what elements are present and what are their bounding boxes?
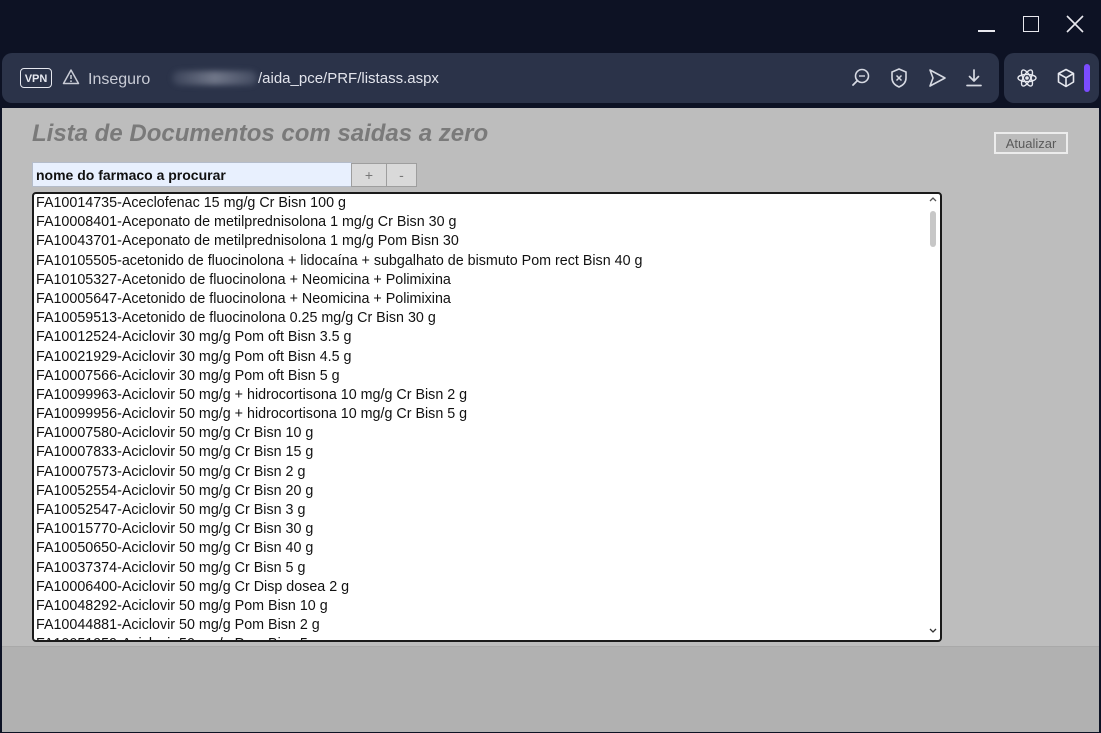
minimize-icon: [978, 30, 995, 32]
list-item[interactable]: FA10043701-Aceponato de metilprednisolon…: [35, 232, 925, 251]
list-item[interactable]: FA10007833-Aciclovir 50 mg/g Cr Bisn 15 …: [35, 443, 925, 462]
page-footer-area: [2, 646, 1099, 732]
add-button[interactable]: +: [351, 163, 387, 187]
list-item[interactable]: FA10037374-Aciclovir 50 mg/g Cr Bisn 5 g: [35, 559, 925, 578]
list-item[interactable]: FA10059513-Acetonido de fluocinolona 0.2…: [35, 309, 925, 328]
document-list: FA10014735-Aceclofenac 15 mg/g Cr Bisn 1…: [35, 194, 925, 640]
vpn-button[interactable]: VPN: [20, 68, 52, 88]
download-icon[interactable]: [963, 67, 985, 89]
chevron-down-icon[interactable]: [929, 628, 937, 634]
list-item[interactable]: FA10021929-Aciclovir 30 mg/g Pom oft Bis…: [35, 348, 925, 367]
list-item[interactable]: FA10015770-Aciclovir 50 mg/g Cr Bisn 30 …: [35, 520, 925, 539]
cube-icon[interactable]: [1055, 67, 1077, 89]
shield-icon[interactable]: [888, 67, 910, 89]
chevron-up-icon[interactable]: [929, 196, 937, 202]
list-item[interactable]: FA10014735-Aceclofenac 15 mg/g Cr Bisn 1…: [35, 194, 925, 213]
list-item[interactable]: FA10051959-Aciclovir 50 mg/g Pom Bisn 5 …: [35, 635, 925, 640]
list-item[interactable]: FA10099963-Aciclovir 50 mg/g + hidrocort…: [35, 386, 925, 405]
list-item[interactable]: FA10008401-Aceponato de metilprednisolon…: [35, 213, 925, 232]
close-icon: [1066, 15, 1084, 33]
remove-button[interactable]: -: [386, 163, 417, 187]
list-item[interactable]: FA10099956-Aciclovir 50 mg/g + hidrocort…: [35, 405, 925, 424]
list-item[interactable]: FA10105505-acetonido de fluocinolona + l…: [35, 252, 925, 271]
redacted-host: [172, 71, 257, 85]
list-item[interactable]: FA10052547-Aciclovir 50 mg/g Cr Bisn 3 g: [35, 501, 925, 520]
web-page: Lista de Documentos com saidas a zero At…: [2, 108, 1099, 732]
warning-icon: [62, 69, 80, 85]
list-item[interactable]: FA10006400-Aciclovir 50 mg/g Cr Disp dos…: [35, 578, 925, 597]
search-page-icon[interactable]: [850, 67, 872, 89]
security-status[interactable]: Inseguro: [88, 71, 150, 89]
address-bar: VPN Inseguro /aida_pce/PRF/listass.aspx: [2, 53, 999, 103]
list-item[interactable]: FA10048292-Aciclovir 50 mg/g Pom Bisn 10…: [35, 597, 925, 616]
list-item[interactable]: FA10007566-Aciclovir 30 mg/g Pom oft Bis…: [35, 367, 925, 386]
search-input[interactable]: nome do farmaco a procurar: [32, 162, 352, 187]
list-item[interactable]: FA10007580-Aciclovir 50 mg/g Cr Bisn 10 …: [35, 424, 925, 443]
list-item[interactable]: FA10012524-Aciclovir 30 mg/g Pom oft Bis…: [35, 328, 925, 347]
list-item[interactable]: FA10050650-Aciclovir 50 mg/g Cr Bisn 40 …: [35, 539, 925, 558]
maximize-icon: [1023, 16, 1039, 32]
list-item[interactable]: FA10105327-Acetonido de fluocinolona + N…: [35, 271, 925, 290]
sidebar-accent: [1084, 64, 1090, 92]
extensions-panel: [1004, 53, 1099, 103]
maximize-button[interactable]: [1016, 10, 1046, 38]
refresh-button[interactable]: Atualizar: [994, 132, 1068, 154]
react-icon[interactable]: [1016, 67, 1038, 89]
minimize-button[interactable]: [972, 10, 1002, 38]
list-item[interactable]: FA10007573-Aciclovir 50 mg/g Cr Bisn 2 g: [35, 463, 925, 482]
list-item[interactable]: FA10005647-Acetonido de fluocinolona + N…: [35, 290, 925, 309]
document-listbox[interactable]: FA10014735-Aceclofenac 15 mg/g Cr Bisn 1…: [32, 192, 942, 642]
list-item[interactable]: FA10044881-Aciclovir 50 mg/g Pom Bisn 2 …: [35, 616, 925, 635]
send-icon[interactable]: [926, 67, 948, 89]
window-titlebar: [0, 0, 1101, 50]
page-title: Lista de Documentos com saidas a zero: [32, 120, 489, 147]
scrollbar[interactable]: [926, 194, 940, 640]
url-field[interactable]: /aida_pce/PRF/listass.aspx: [258, 70, 439, 87]
list-item[interactable]: FA10052554-Aciclovir 50 mg/g Cr Bisn 20 …: [35, 482, 925, 501]
close-button[interactable]: [1060, 10, 1090, 38]
scrollbar-thumb[interactable]: [930, 211, 936, 247]
